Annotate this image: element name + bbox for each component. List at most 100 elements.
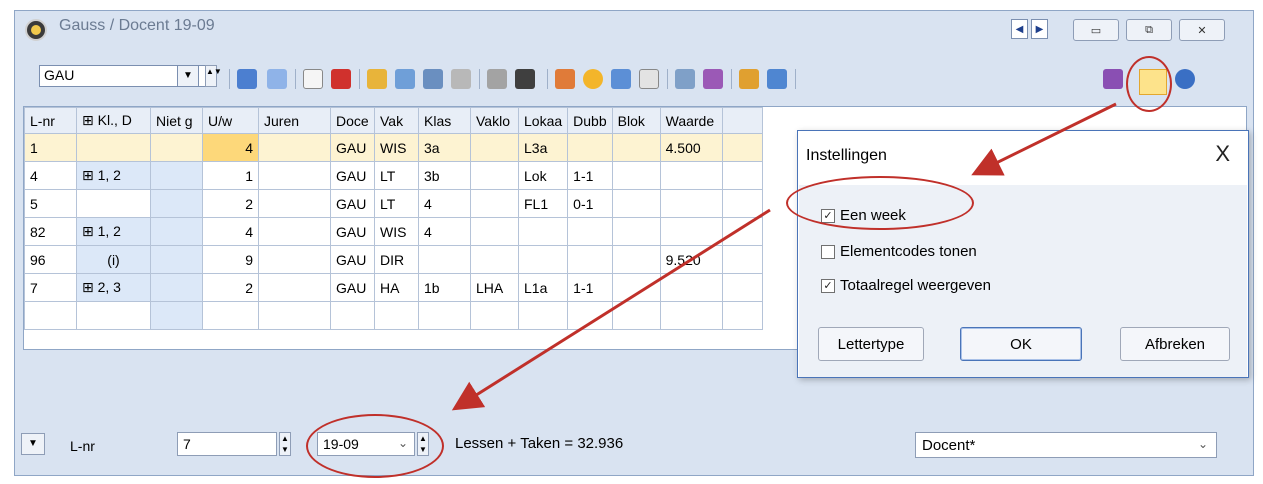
chevron-down-icon[interactable]: ▼	[21, 433, 45, 455]
cell-dubb[interactable]: 1-1	[567, 273, 613, 302]
cell-lnr[interactable]: 7	[24, 273, 77, 302]
grid-icon[interactable]	[639, 69, 659, 89]
element-spin-icon[interactable]: ▲▼	[205, 65, 222, 87]
cell-docent[interactable]: GAU	[330, 189, 375, 218]
cell-dubb[interactable]	[567, 217, 613, 246]
report-icon[interactable]	[367, 69, 387, 89]
option-elementcodes[interactable]: Elementcodes tonen	[821, 243, 977, 260]
checkbox-checked-icon[interactable]: ✓	[821, 278, 835, 293]
lnr-spin-icon[interactable]: ▲ ▼	[279, 432, 291, 456]
filter-icon[interactable]	[395, 69, 415, 89]
table-row[interactable]: 1 4 GAU WIS 3a L3a 4.500	[24, 133, 763, 162]
cell-juren[interactable]	[258, 273, 331, 302]
cell-lokaal[interactable]: L3a	[517, 133, 569, 162]
cell-juren[interactable]	[258, 161, 331, 190]
list-icon[interactable]	[267, 69, 287, 89]
clock-icon[interactable]	[583, 69, 603, 89]
cell-vaklo[interactable]	[470, 245, 519, 274]
cycle-icon[interactable]	[555, 69, 575, 89]
cell-blok[interactable]	[611, 161, 661, 190]
cell-vaklo[interactable]	[470, 217, 519, 246]
copy-icon[interactable]	[739, 69, 759, 89]
cell-vaklo[interactable]: LHA	[470, 273, 519, 302]
cell-waarde[interactable]: 4.500	[659, 133, 723, 162]
cell-docent[interactable]: GAU	[330, 217, 375, 246]
cell-kl[interactable]	[76, 133, 151, 162]
cell-waarde[interactable]	[659, 273, 723, 302]
cell-docent[interactable]: GAU	[330, 245, 375, 274]
cell-niet[interactable]	[150, 133, 203, 162]
close-icon[interactable]: X	[1215, 141, 1230, 167]
cell-vak[interactable]: WIS	[374, 217, 419, 246]
cell-niet[interactable]	[150, 217, 203, 246]
option-totaalregel[interactable]: ✓ Totaalregel weergeven	[821, 277, 991, 294]
table-row[interactable]: 7 ⊞ 2, 3 2 GAU HA 1b LHA L1a 1-1	[24, 273, 763, 302]
cell-blok[interactable]	[611, 245, 661, 274]
cell-lnr[interactable]: 82	[24, 217, 77, 246]
users-icon[interactable]	[703, 69, 723, 89]
minimize-button[interactable]: ▭	[1073, 19, 1119, 41]
column-header[interactable]: Lokaa	[517, 107, 569, 134]
cell-klas[interactable]	[418, 245, 471, 274]
cell-vak[interactable]: WIS	[374, 133, 419, 162]
column-header[interactable]: Niet g	[150, 107, 203, 134]
cell-uw[interactable]: 4	[202, 133, 259, 162]
cell-blok[interactable]	[611, 133, 661, 162]
cell-lokaal[interactable]	[517, 245, 569, 274]
teacher-icon[interactable]	[515, 69, 535, 89]
cell-kl[interactable]: ⊞ 1, 2	[76, 217, 151, 246]
column-header[interactable]: Vak	[374, 107, 419, 134]
column-header[interactable]: Waarde	[659, 107, 723, 134]
cell-uw[interactable]: 2	[202, 189, 259, 218]
cell-blok[interactable]	[611, 273, 661, 302]
wand-icon[interactable]	[487, 69, 507, 89]
cell-juren[interactable]	[258, 133, 331, 162]
cell-niet[interactable]	[150, 273, 203, 302]
cell-uw[interactable]: 9	[202, 245, 259, 274]
cell-lokaal[interactable]: L1a	[517, 273, 569, 302]
restore-button[interactable]: ⧉	[1126, 19, 1172, 41]
column-header[interactable]: Blok	[611, 107, 661, 134]
window-icon[interactable]	[767, 69, 787, 89]
cell-kl[interactable]	[76, 189, 151, 218]
column-header[interactable]: Doce	[330, 107, 375, 134]
column-header[interactable]: U/w	[202, 107, 259, 134]
cell-vaklo[interactable]	[470, 133, 519, 162]
cell-uw[interactable]: 4	[202, 217, 259, 246]
cell-lokaal[interactable]	[517, 217, 569, 246]
search-icon[interactable]	[675, 69, 695, 89]
new-icon[interactable]	[303, 69, 323, 89]
cell-lnr[interactable]: 5	[24, 189, 77, 218]
cell-waarde[interactable]	[659, 161, 723, 190]
nav-prev-icon[interactable]: ◀	[1011, 19, 1028, 39]
cell-kl[interactable]: ⊞ 1, 2	[76, 161, 151, 190]
cell-juren[interactable]	[258, 189, 331, 218]
cell-dubb[interactable]	[567, 133, 613, 162]
column-header[interactable]: L-nr	[24, 107, 77, 134]
cell-uw[interactable]: 1	[202, 161, 259, 190]
cell-waarde[interactable]	[659, 189, 723, 218]
cell-lokaal[interactable]: FL1	[517, 189, 569, 218]
link-icon[interactable]	[451, 69, 471, 89]
cell-vak[interactable]: HA	[374, 273, 419, 302]
cell-uw[interactable]: 2	[202, 273, 259, 302]
cell-docent[interactable]: GAU	[330, 273, 375, 302]
cell-lnr[interactable]: 96	[24, 245, 77, 274]
cell-lnr[interactable]: 4	[24, 161, 77, 190]
cell-klas[interactable]: 4	[418, 189, 471, 218]
cell-blok[interactable]	[611, 189, 661, 218]
cell-klas[interactable]: 1b	[418, 273, 471, 302]
cell-klas[interactable]: 4	[418, 217, 471, 246]
column-header[interactable]: Juren	[258, 107, 331, 134]
delete-icon[interactable]	[331, 69, 351, 89]
cell-vak[interactable]: LT	[374, 189, 419, 218]
plus-grid-icon[interactable]	[237, 69, 257, 89]
cell-docent[interactable]: GAU	[330, 133, 375, 162]
cell-niet[interactable]	[150, 245, 203, 274]
ok-button[interactable]: OK	[960, 327, 1082, 361]
close-button[interactable]: ✕	[1179, 19, 1225, 41]
column-header[interactable]: Klas	[418, 107, 471, 134]
table-row[interactable]: 4 ⊞ 1, 2 1 GAU LT 3b Lok 1-1	[24, 161, 763, 190]
font-button[interactable]: Lettertype	[818, 327, 924, 361]
cell-lnr[interactable]: 1	[24, 133, 77, 162]
